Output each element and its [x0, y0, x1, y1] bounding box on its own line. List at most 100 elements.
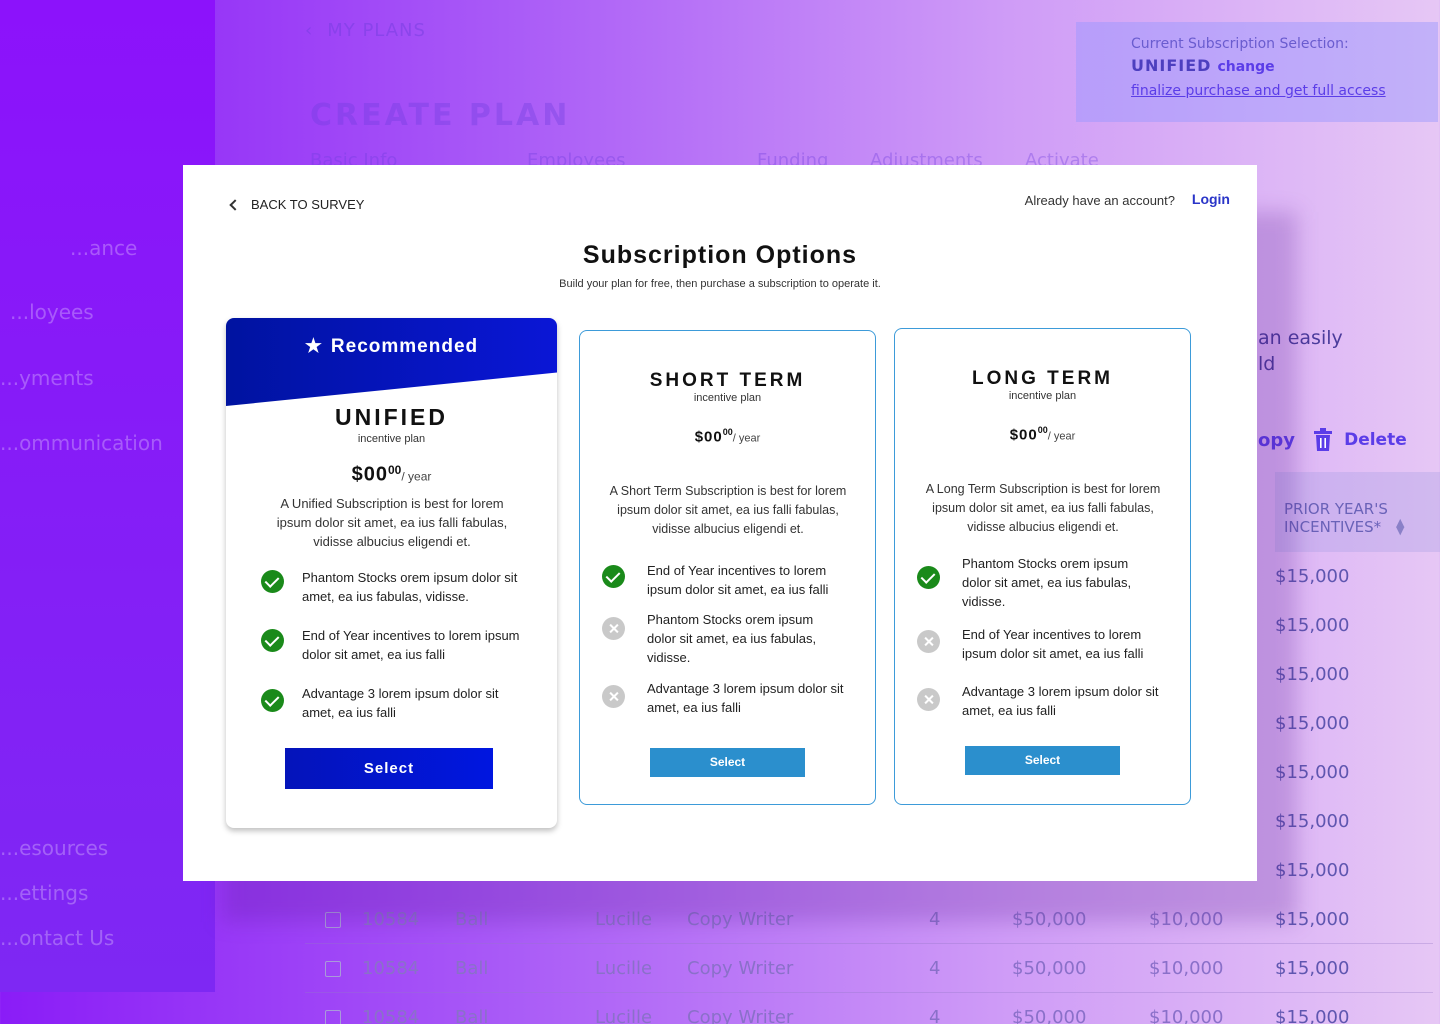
check-circle-icon	[261, 570, 284, 593]
table-row[interactable]: 10584 Ball Lucille Copy Writer 4 $50,000…	[305, 944, 1433, 993]
row-checkbox[interactable]	[325, 1010, 341, 1024]
sort-icon[interactable]: ▲ ▼	[1396, 517, 1404, 536]
delete-label: Delete	[1344, 430, 1407, 450]
cell-salary: $50,000	[1012, 1007, 1087, 1024]
chevron-left-icon	[229, 198, 241, 211]
sidebar-item-communication[interactable]: ...ommunication	[0, 431, 163, 455]
login-link[interactable]: Login	[1192, 191, 1230, 207]
price-main: $00	[1009, 426, 1038, 444]
plan-card-unified: ★ Recommended UNIFIED incentive plan $000…	[226, 318, 557, 828]
subscription-plan: UNIFIED	[1131, 56, 1212, 75]
cell-prior: $15,000	[1275, 958, 1350, 979]
cell-first-name: Lucille	[595, 1007, 653, 1024]
feature-text: Advantage 3 lorem ipsum dolor sit amet, …	[302, 686, 499, 720]
current-subscription-box: Current Subscription Selection: UNIFIED c…	[1076, 22, 1438, 122]
plan-price: $0000/ year	[895, 425, 1190, 444]
plan-kind: incentive plan	[1008, 390, 1077, 402]
cell-bonus: $10,000	[1149, 1007, 1224, 1024]
subscription-modal: BACK TO SURVEY Already have an account? …	[183, 165, 1257, 881]
plan-name: UNIFIED	[335, 404, 448, 430]
sidebar-item-settings[interactable]: ...ettings	[0, 881, 88, 905]
sidebar-item-employees[interactable]: ...loyees	[10, 300, 94, 324]
cell-prior: $15,000	[1275, 1007, 1350, 1024]
cell-last-name: Ball	[455, 1007, 489, 1024]
row-checkbox[interactable]	[325, 961, 341, 977]
select-long-term-button[interactable]: Select	[965, 746, 1120, 775]
chevron-left-icon: ‹	[305, 20, 314, 41]
plan-kind: incentive plan	[693, 392, 762, 404]
plan-kind: incentive plan	[357, 433, 426, 445]
cell-role: Copy Writer	[687, 1007, 794, 1024]
plan-card-long-term: LONG TERM incentive plan $0000/ year A L…	[894, 328, 1191, 805]
x-circle-icon	[917, 688, 940, 711]
price-cents: 00	[1037, 425, 1048, 435]
check-circle-icon	[261, 629, 284, 652]
feature-text: Phantom Stocks orem ipsum dolor sit amet…	[302, 570, 518, 604]
account-prompt: Already have an account?	[1024, 193, 1175, 208]
feature-text: Advantage 3 lorem ipsum dolor sit amet, …	[962, 684, 1159, 718]
prior-year-header-line2: INCENTIVES*	[1284, 518, 1382, 536]
price-main: $00	[351, 463, 388, 486]
cell-role: Copy Writer	[687, 958, 794, 979]
prior-year-header[interactable]: PRIOR YEAR'S INCENTIVES*	[1284, 500, 1388, 536]
cell-years: 4	[929, 958, 941, 979]
cell-years: 4	[929, 1007, 941, 1024]
modal-title: Subscription Options	[582, 241, 858, 269]
plan-description: A Short Term Subscription is best for lo…	[609, 484, 847, 536]
back-label: MY PLANS	[327, 20, 426, 41]
modal-subtitle: Build your plan for free, then purchase …	[559, 278, 881, 290]
trash-icon	[1314, 428, 1332, 451]
back-to-my-plans[interactable]: ‹ MY PLANS	[305, 20, 426, 41]
cell-id: 10584	[362, 958, 420, 979]
feature-text: Advantage 3 lorem ipsum dolor sit amet, …	[647, 681, 844, 715]
star-icon: ★	[304, 336, 323, 357]
recommended-banner	[226, 318, 557, 406]
x-circle-icon	[917, 630, 940, 653]
plan-name: SHORT TERM	[649, 370, 806, 391]
subscription-label: Current Subscription Selection:	[1131, 36, 1349, 52]
cell-first-name: Lucille	[595, 958, 653, 979]
check-circle-icon	[602, 565, 625, 588]
price-period: / year	[732, 432, 761, 445]
cell-id: 10584	[362, 1007, 420, 1024]
change-link[interactable]: change	[1217, 59, 1274, 75]
x-circle-icon	[602, 617, 625, 640]
delete-button[interactable]: Delete	[1313, 428, 1407, 452]
sidebar-item-payments[interactable]: ...yments	[0, 366, 94, 390]
cell-bonus: $10,000	[1149, 958, 1224, 979]
sidebar-item-contact-us[interactable]: ...ontact Us	[0, 926, 114, 950]
price-period: / year	[401, 469, 432, 484]
cell-salary: $50,000	[1012, 958, 1087, 979]
feature-text: Phantom Stocks orem ipsum dolor sit amet…	[647, 612, 817, 665]
plan-price: $0000/ year	[226, 463, 557, 486]
price-main: $00	[694, 428, 723, 446]
plan-description: A Unified Subscription is best for lorem…	[276, 496, 508, 549]
select-short-term-button[interactable]: Select	[650, 748, 805, 777]
cell-last-name: Ball	[455, 958, 489, 979]
page-title: CREATE PLAN	[310, 98, 571, 133]
x-circle-icon	[602, 685, 625, 708]
recommended-label: ★ Recommended	[226, 335, 557, 358]
feature-text: End of Year incentives to lorem ipsum do…	[302, 628, 520, 662]
sidebar-item-finance[interactable]: ...ance	[70, 236, 137, 260]
plan-description: A Long Term Subscription is best for lor…	[925, 482, 1161, 534]
sidebar-item-resources[interactable]: ...esources	[0, 836, 108, 860]
recommended-text: Recommended	[330, 336, 479, 357]
feature-text: Phantom Stocks orem ipsum dolor sit amet…	[962, 556, 1132, 609]
check-circle-icon	[917, 566, 940, 589]
feature-text: End of Year incentives to lorem ipsum do…	[647, 563, 829, 597]
plan-name: LONG TERM	[972, 368, 1113, 389]
back-to-survey-label: BACK TO SURVEY	[251, 197, 365, 212]
plan-card-short-term: SHORT TERM incentive plan $0000/ year A …	[579, 330, 876, 805]
table-row[interactable]: 10584 Ball Lucille Copy Writer 4 $50,000…	[305, 993, 1433, 1024]
back-to-survey-link[interactable]: BACK TO SURVEY	[229, 197, 365, 212]
plan-price: $0000/ year	[580, 427, 875, 446]
price-cents: 00	[388, 463, 402, 477]
finalize-purchase-link[interactable]: finalize purchase and get full access	[1131, 83, 1438, 99]
check-circle-icon	[261, 689, 284, 712]
select-unified-button[interactable]: Select	[285, 748, 493, 789]
price-cents: 00	[722, 427, 733, 437]
feature-text: End of Year incentives to lorem ipsum do…	[962, 627, 1144, 661]
price-period: / year	[1047, 430, 1076, 443]
prior-year-header-line1: PRIOR YEAR'S	[1284, 500, 1388, 518]
